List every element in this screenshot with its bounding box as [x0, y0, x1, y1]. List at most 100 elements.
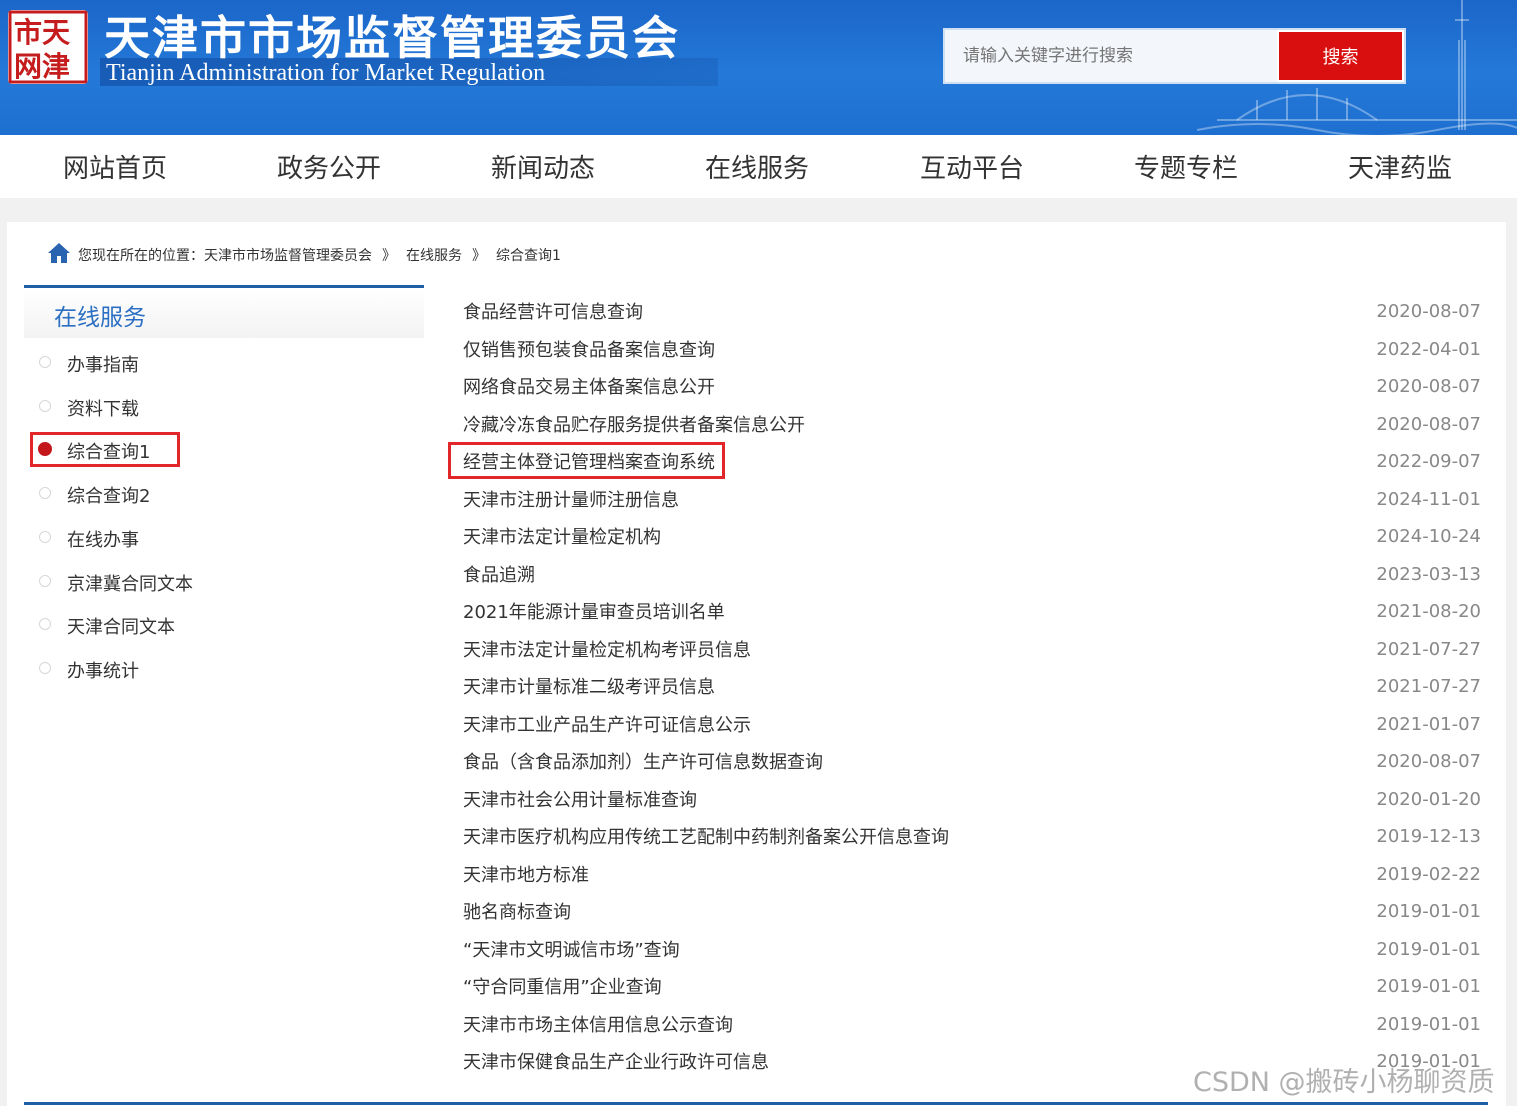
sidebar-item-label: 京津冀合同文本	[67, 574, 193, 595]
list-item-date: 2019-02-22	[1376, 863, 1481, 885]
bullet-icon	[39, 618, 51, 630]
list-item[interactable]: 2021年能源计量审查员培训名单 2021-08-20	[463, 595, 1481, 632]
list-item[interactable]: 天津市医疗机构应用传统工艺配制中药制剂备案公开信息查询 2019-12-13	[463, 820, 1481, 857]
list-item-date: 2019-12-13	[1376, 826, 1481, 847]
sidebar-item-statistics[interactable]: 办事统计	[24, 649, 424, 689]
watermark: CSDN @搬砖小杨聊资质	[1193, 1067, 1495, 1098]
breadcrumb-prefix: 您现在所在的位置：	[78, 248, 204, 264]
list-item-title[interactable]: 食品追溯	[463, 561, 535, 587]
list-item-title[interactable]: 网络食品交易主体备案信息公开	[463, 373, 715, 399]
list-item[interactable]: 驰名商标查询 2019-01-01	[463, 895, 1481, 932]
list-item-date: 2019-01-01	[1376, 976, 1481, 997]
list-item-title[interactable]: 冷藏冷冻食品贮存服务提供者备案信息公开	[463, 411, 805, 437]
list-item[interactable]: 天津市地方标准 2019-02-22	[463, 858, 1481, 895]
list-item-date: 2019-01-01	[1376, 901, 1481, 922]
list-item-date: 2023-03-13	[1376, 563, 1481, 585]
list-item-date: 2021-01-07	[1376, 713, 1481, 735]
list-item[interactable]: 天津市工业产品生产许可证信息公示 2021-01-07	[463, 708, 1481, 745]
sidebar: 在线服务 办事指南 资料下载 综合查询1 综合查询2 在线办事 京津冀合同文本	[24, 285, 424, 682]
list-item-date: 2024-11-01	[1376, 488, 1481, 510]
list-item-date: 2020-08-07	[1376, 301, 1481, 322]
list-item-title[interactable]: 天津市注册计量师注册信息	[463, 486, 679, 512]
list-item-date: 2019-01-01	[1376, 1013, 1481, 1035]
list-item-title[interactable]: “守合同重信用”企业查询	[463, 973, 662, 999]
list-item[interactable]: 天津市法定计量检定机构考评员信息 2021-07-27	[463, 633, 1481, 670]
list-item[interactable]: 天津市法定计量检定机构 2024-10-24	[463, 520, 1481, 557]
sidebar-item-query-2[interactable]: 综合查询2	[24, 474, 424, 514]
breadcrumb-item-current[interactable]: 综合查询1	[496, 248, 561, 264]
list-item[interactable]: 天津市计量标准二级考评员信息 2021-07-27	[463, 670, 1481, 707]
search-button[interactable]: 搜索	[1279, 32, 1402, 80]
sidebar-item-jjj-contracts[interactable]: 京津冀合同文本	[24, 562, 424, 602]
nav-item-interaction[interactable]: 互动平台	[920, 148, 1024, 185]
nav-item-topics[interactable]: 专题专栏	[1134, 148, 1238, 185]
sidebar-item-label: 综合查询2	[67, 486, 151, 507]
list-item-title[interactable]: 天津市市场主体信用信息公示查询	[463, 1011, 733, 1037]
divider	[24, 1102, 1488, 1105]
list-item[interactable]: 冷藏冷冻食品贮存服务提供者备案信息公开 2020-08-07	[463, 408, 1481, 445]
list-item-title[interactable]: 天津市法定计量检定机构	[463, 523, 661, 549]
site-header: 市天 网津 天津市市场监督管理委员会 Tianjin Administratio…	[0, 0, 1517, 135]
bullet-icon	[39, 400, 51, 412]
bullet-icon	[39, 356, 51, 368]
site-logo[interactable]: 市天 网津	[8, 10, 88, 84]
svg-text:网津: 网津	[14, 50, 70, 83]
list-item-date: 2019-01-01	[1376, 938, 1481, 960]
list-item-title[interactable]: 2021年能源计量审查员培训名单	[463, 598, 725, 624]
list-item[interactable]: “守合同重信用”企业查询 2019-01-01	[463, 970, 1481, 1007]
home-icon	[48, 243, 70, 263]
list-item[interactable]: 网络食品交易主体备案信息公开 2020-08-07	[463, 370, 1481, 407]
search-input[interactable]	[945, 30, 1277, 82]
list-item-title[interactable]: 食品（含食品添加剂）生产许可信息数据查询	[463, 748, 823, 774]
breadcrumb-item-online-service[interactable]: 在线服务	[406, 248, 462, 264]
list-item[interactable]: 天津市注册计量师注册信息 2024-11-01	[463, 483, 1481, 520]
highlight-box	[448, 442, 725, 479]
list-item[interactable]: 天津市市场主体信用信息公示查询 2019-01-01	[463, 1008, 1481, 1045]
breadcrumb-separator: 》	[472, 248, 486, 264]
list-item[interactable]: 食品经营许可信息查询 2020-08-07	[463, 295, 1481, 332]
list-item-title[interactable]: 天津市计量标准二级考评员信息	[463, 673, 715, 699]
sidebar-item-guide[interactable]: 办事指南	[24, 343, 424, 383]
list-item-title[interactable]: 天津市地方标准	[463, 861, 589, 887]
sidebar-item-downloads[interactable]: 资料下载	[24, 387, 424, 427]
list-item-date: 2022-04-01	[1376, 338, 1481, 360]
list-item-title[interactable]: 驰名商标查询	[463, 898, 571, 924]
sidebar-item-label: 在线办事	[67, 530, 139, 551]
list-item-date: 2024-10-24	[1376, 526, 1481, 547]
list-item[interactable]: 天津市社会公用计量标准查询 2020-01-20	[463, 783, 1481, 820]
list-item[interactable]: “天津市文明诚信市场”查询 2019-01-01	[463, 933, 1481, 970]
breadcrumb-item-home[interactable]: 天津市市场监督管理委员会	[204, 248, 372, 264]
bullet-icon	[39, 531, 51, 543]
list-item-date: 2020-08-07	[1376, 413, 1481, 435]
list-item-title[interactable]: 天津市保健食品生产企业行政许可信息	[463, 1048, 769, 1074]
sidebar-item-tj-contracts[interactable]: 天津合同文本	[24, 605, 424, 645]
list-item-title[interactable]: 天津市法定计量检定机构考评员信息	[463, 636, 751, 662]
list-item-date: 2021-07-27	[1376, 676, 1481, 697]
highlight-box	[30, 432, 180, 467]
search-box: 搜索	[943, 28, 1406, 84]
site-subtitle-bar: Tianjin Administration for Market Regula…	[100, 58, 718, 86]
list-item-title[interactable]: “天津市文明诚信市场”查询	[463, 936, 680, 962]
main-nav: 网站首页 政务公开 新闻动态 在线服务 互动平台 专题专栏 天津药监	[0, 135, 1517, 198]
list-item-date: 2020-08-07	[1376, 376, 1481, 397]
nav-item-news[interactable]: 新闻动态	[491, 148, 595, 185]
list-item-title[interactable]: 仅销售预包装食品备案信息查询	[463, 336, 715, 362]
list-item-title[interactable]: 天津市医疗机构应用传统工艺配制中药制剂备案公开信息查询	[463, 823, 949, 849]
nav-item-drug-admin[interactable]: 天津药监	[1348, 148, 1452, 185]
list-item[interactable]: 食品（含食品添加剂）生产许可信息数据查询 2020-08-07	[463, 745, 1481, 782]
sidebar-item-online-affairs[interactable]: 在线办事	[24, 518, 424, 558]
list-item[interactable]: 仅销售预包装食品备案信息查询 2022-04-01	[463, 333, 1481, 370]
svg-text:市天: 市天	[14, 16, 70, 49]
nav-item-home[interactable]: 网站首页	[63, 148, 167, 185]
list-item-title[interactable]: 食品经营许可信息查询	[463, 298, 643, 324]
site-subtitle: Tianjin Administration for Market Regula…	[106, 60, 546, 86]
sidebar-item-label: 天津合同文本	[67, 617, 175, 638]
sidebar-item-label: 资料下载	[67, 399, 139, 420]
list-item-date: 2022-09-07	[1376, 451, 1481, 472]
nav-item-online-service[interactable]: 在线服务	[705, 148, 809, 185]
nav-item-government-affairs[interactable]: 政务公开	[277, 148, 381, 185]
list-item-title[interactable]: 天津市社会公用计量标准查询	[463, 786, 697, 812]
list-item[interactable]: 食品追溯 2023-03-13	[463, 558, 1481, 595]
list-item-date: 2020-01-20	[1376, 788, 1481, 810]
list-item-title[interactable]: 天津市工业产品生产许可证信息公示	[463, 711, 751, 737]
